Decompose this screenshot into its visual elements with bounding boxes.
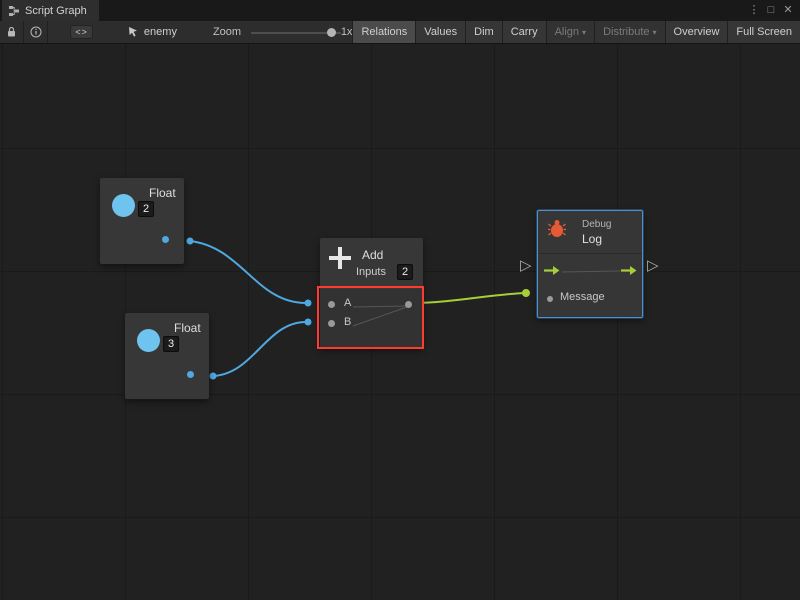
port-a-label: A (344, 297, 351, 309)
flow-triangle-right-icon[interactable]: ▷ (647, 258, 659, 273)
port-b-label: B (344, 316, 351, 328)
dim-button[interactable]: Dim (465, 21, 502, 43)
zoom-slider-handle[interactable] (327, 28, 336, 37)
add-node-ports: A B (320, 289, 423, 348)
graph-pointer-icon (127, 26, 139, 38)
overview-button[interactable]: Overview (665, 21, 728, 43)
titlebar: Script Graph ⋮ □ ✕ (0, 0, 800, 21)
carry-button[interactable]: Carry (502, 21, 546, 43)
graph-reference[interactable]: enemy (127, 26, 177, 38)
input-port-a[interactable] (328, 301, 335, 308)
node-title: Float (149, 186, 176, 200)
message-input-port[interactable] (547, 296, 553, 302)
inspector-button[interactable] (24, 21, 47, 44)
lock-button[interactable] (0, 21, 23, 44)
relation-lines (320, 289, 423, 348)
float-type-icon (112, 194, 135, 217)
add-node-header: Add Inputs 2 (320, 238, 423, 288)
plus-icon (327, 245, 353, 271)
node-divider (538, 253, 642, 254)
zoom-label: Zoom (213, 26, 241, 38)
flow-in-port[interactable] (544, 265, 560, 276)
flow-triangle-left-icon[interactable]: ▷ (520, 258, 532, 273)
window-restore-icon[interactable]: □ (763, 0, 779, 21)
inputs-label: Inputs (356, 266, 386, 278)
toolbar-buttons: Relations Values Dim Carry Align ▾ Distr… (352, 21, 800, 43)
zoom-slider[interactable] (251, 21, 335, 44)
bug-icon (547, 219, 567, 239)
wire-add-to-log-message[interactable] (411, 293, 524, 303)
wire-float2-to-add-b[interactable] (213, 322, 306, 376)
distribute-button: Distribute ▾ (594, 21, 664, 43)
chevron-down-icon: ▾ (653, 28, 657, 37)
debug-log-node[interactable]: Debug Log Message (537, 210, 643, 318)
graph-icon (8, 5, 20, 17)
flow-out-port[interactable] (621, 265, 637, 276)
align-button: Align ▾ (546, 21, 594, 43)
graph-toolbar: <> enemy Zoom 1x Relations Values Dim Ca… (0, 21, 800, 44)
window-menu-icon[interactable]: ⋮ (746, 0, 762, 21)
window-controls: ⋮ □ ✕ (746, 0, 800, 21)
toolbar-divider (47, 21, 48, 43)
add-output-port[interactable] (405, 301, 412, 308)
float-type-icon (137, 329, 160, 352)
values-button[interactable]: Values (415, 21, 465, 43)
float-value-input[interactable]: 2 (138, 201, 154, 217)
float-value-input[interactable]: 3 (163, 336, 179, 352)
tab-title: Script Graph (25, 5, 87, 17)
info-icon (30, 26, 42, 38)
float-node-1[interactable]: Float 2 (100, 178, 184, 264)
chevron-down-icon: ▾ (582, 28, 586, 37)
graph-name-label: enemy (144, 26, 177, 38)
node-title: Log (582, 232, 602, 246)
message-label: Message (560, 291, 605, 303)
lock-icon (6, 26, 17, 38)
node-category: Debug (582, 219, 611, 230)
float-node-2[interactable]: Float 3 (125, 313, 209, 399)
graph-canvas[interactable]: Float 2 Float 3 Add Inputs 2 (0, 44, 800, 600)
node-title: Float (174, 321, 201, 335)
node-title: Add (362, 248, 383, 262)
input-port-b[interactable] (328, 320, 335, 327)
add-node[interactable]: Add Inputs 2 A B (320, 238, 423, 348)
float-output-port[interactable] (187, 371, 194, 378)
code-view-button[interactable]: <> (70, 25, 93, 39)
distribute-label: Distribute (603, 26, 649, 38)
relations-button[interactable]: Relations (352, 21, 415, 43)
wire-float1-to-add-a[interactable] (190, 241, 306, 303)
tab-script-graph[interactable]: Script Graph (2, 0, 99, 21)
align-label: Align (555, 26, 579, 38)
zoom-value: 1x (341, 26, 353, 38)
fullscreen-button[interactable]: Full Screen (727, 21, 800, 43)
float-output-port[interactable] (162, 236, 169, 243)
inputs-count-input[interactable]: 2 (397, 264, 413, 280)
window-close-icon[interactable]: ✕ (780, 0, 796, 21)
script-graph-window: Script Graph ⋮ □ ✕ <> (0, 0, 800, 600)
